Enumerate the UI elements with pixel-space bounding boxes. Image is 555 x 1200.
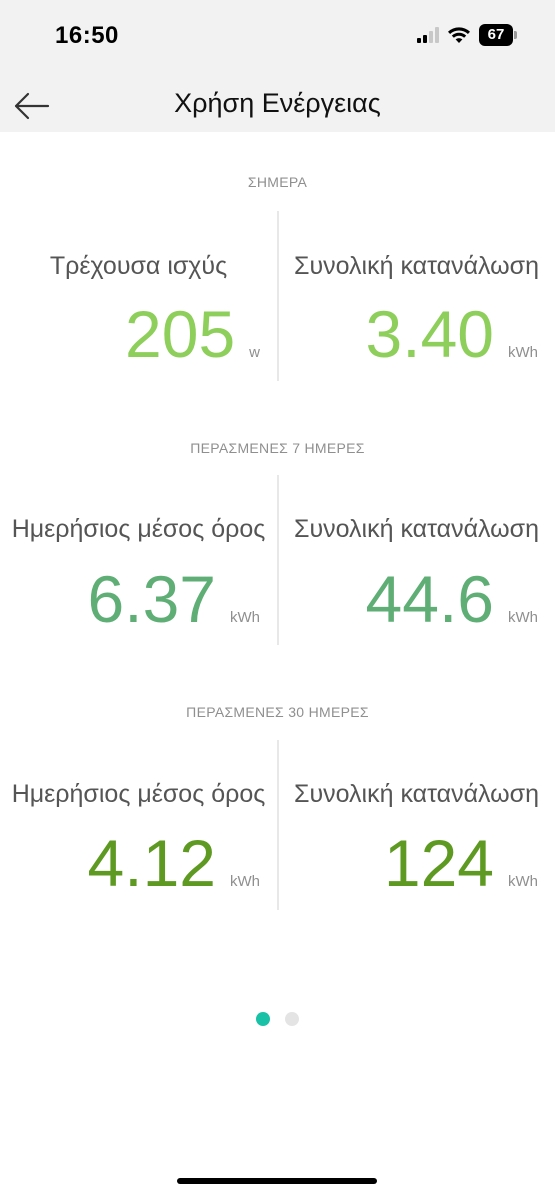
month-daily-average-unit: kWh [230, 873, 260, 890]
battery-tip [514, 31, 517, 39]
month-total-label: Συνολική κατανάλωση [293, 780, 539, 808]
week-total-unit: kWh [508, 609, 538, 626]
section-label-30-days: ΠΕΡΑΣΜΕΝΕΣ 30 ΗΜΕΡΕΣ [186, 704, 369, 720]
month-total-number: 124 [383, 826, 494, 900]
week-daily-average-value: 6.37 kWh [0, 561, 260, 637]
status-icons: 67 [417, 24, 517, 46]
today-total-value: 3.40 kWh [278, 296, 538, 372]
page-dot-2[interactable] [285, 1012, 299, 1026]
wifi-icon [448, 27, 470, 43]
month-total-value: 124 kWh [278, 825, 538, 901]
header: 16:50 67 Χρήση Ενέργειας [0, 0, 555, 132]
month-daily-average-value: 4.12 kWh [0, 825, 260, 901]
today-total-number: 3.40 [365, 297, 494, 371]
section-label-today: ΣΗΜΕΡΑ [247, 174, 308, 190]
battery-icon: 67 [479, 24, 517, 46]
week-daily-average-number: 6.37 [87, 562, 216, 636]
week-total-number: 44.6 [365, 562, 494, 636]
page-dot-1[interactable] [256, 1012, 270, 1026]
week-daily-average-unit: kWh [230, 609, 260, 626]
page-title: Χρήση Ενέργειας [174, 88, 381, 118]
current-power-label: Τρέχουσα ισχύς [49, 252, 228, 280]
current-power-value: 205 w [0, 296, 260, 372]
current-power-number: 205 [125, 297, 236, 371]
home-indicator [177, 1178, 377, 1184]
today-total-unit: kWh [508, 344, 538, 361]
week-total-label: Συνολική κατανάλωση [293, 515, 539, 543]
section-label-7-days: ΠΕΡΑΣΜΕΝΕΣ 7 ΗΜΕΡΕΣ [190, 440, 365, 456]
cellular-signal-icon [417, 27, 439, 43]
status-time: 16:50 [55, 22, 119, 49]
battery-level: 67 [479, 24, 513, 46]
today-total-label: Συνολική κατανάλωση [293, 252, 539, 280]
month-total-unit: kWh [508, 873, 538, 890]
week-daily-average-label: Ημερήσιος μέσος όρος [11, 515, 266, 543]
current-power-unit: w [249, 344, 260, 361]
week-total-value: 44.6 kWh [278, 561, 538, 637]
month-daily-average-label: Ημερήσιος μέσος όρος [11, 780, 266, 808]
month-daily-average-number: 4.12 [87, 826, 216, 900]
